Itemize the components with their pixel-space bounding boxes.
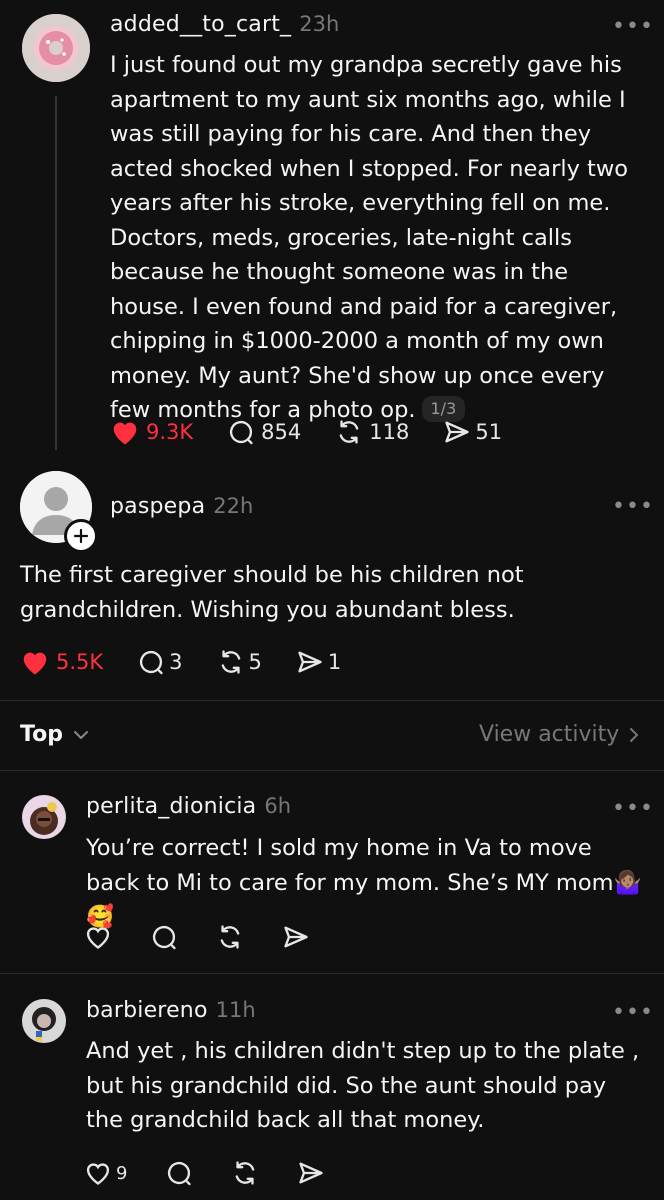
reply-actions: 5.5K 3 5 1: [20, 647, 341, 677]
timestamp: 6h: [264, 794, 292, 818]
repost-button[interactable]: 118: [335, 418, 409, 446]
thread-line: [55, 96, 57, 450]
reply-button[interactable]: [165, 1159, 193, 1187]
comment-header: barbiereno 11h: [86, 998, 256, 1023]
divider: [0, 770, 664, 771]
share-button[interactable]: [297, 1159, 325, 1187]
post-text: I just found out my grandpa secretly gav…: [110, 48, 650, 428]
heart-icon: [86, 927, 110, 949]
repost-count: 5: [248, 650, 262, 674]
like-button[interactable]: 9: [84, 1160, 127, 1186]
username[interactable]: paspepa: [110, 494, 205, 519]
comment-bubble-icon: [152, 926, 176, 950]
post-header: added__to_cart_ 23h: [110, 12, 339, 37]
comment-bubble-icon: [168, 1162, 192, 1186]
chevron-down-icon: [73, 730, 88, 739]
heart-icon: [113, 422, 137, 445]
sort-dropdown[interactable]: Top: [20, 722, 91, 747]
comment-text: And yet , his children didn't step up to…: [86, 1038, 640, 1133]
reply-button[interactable]: 3: [137, 648, 183, 676]
share-count: 51: [475, 420, 503, 444]
repost-count: 118: [369, 420, 410, 444]
like-count: 9.3K: [146, 420, 194, 444]
comment-header: perlita_dionicia 6h: [86, 794, 291, 819]
username[interactable]: perlita_dionicia: [86, 794, 256, 819]
plus-icon: [73, 528, 89, 544]
repost-arrows-icon: [221, 650, 240, 674]
divider: [0, 700, 664, 701]
share-count: 1: [327, 650, 342, 674]
send-icon: [445, 421, 470, 443]
share-button[interactable]: 1: [296, 648, 341, 676]
divider: [0, 973, 664, 974]
post-text-content: I just found out my grandpa secretly gav…: [110, 52, 629, 423]
timestamp: 22h: [213, 494, 254, 518]
repost-button[interactable]: [231, 1159, 259, 1187]
like-button[interactable]: [84, 924, 112, 950]
like-count: 5.5K: [56, 650, 104, 674]
more-options-button[interactable]: •••: [612, 1000, 654, 1025]
heart-icon: [23, 652, 47, 675]
repost-button[interactable]: 5: [217, 648, 262, 676]
reply-header: paspepa 22h: [110, 494, 253, 519]
repost-arrows-icon: [339, 420, 359, 444]
like-button[interactable]: 9.3K: [110, 418, 193, 446]
heart-icon: [86, 1163, 110, 1185]
view-activity-link[interactable]: View activity: [479, 722, 643, 747]
timestamp: 11h: [215, 998, 256, 1022]
avatar[interactable]: [22, 795, 66, 839]
reply-count: 854: [261, 420, 302, 444]
reply-button[interactable]: [150, 923, 178, 951]
follow-button[interactable]: [64, 519, 98, 553]
reply-button[interactable]: 854: [227, 418, 301, 446]
comment-actions: [84, 922, 310, 952]
like-count: 9: [116, 1162, 128, 1184]
repost-arrows-icon: [236, 1161, 255, 1185]
repost-arrows-icon: [220, 925, 240, 949]
view-activity-label: View activity: [479, 722, 620, 747]
more-options-button[interactable]: •••: [612, 494, 654, 519]
comment-bubble-icon: [230, 421, 253, 445]
avatar[interactable]: [22, 999, 66, 1043]
share-button[interactable]: [282, 923, 310, 951]
post-actions: 9.3K 854 118 51: [110, 417, 502, 447]
timestamp: 23h: [299, 12, 340, 36]
comment-bubble-icon: [140, 651, 163, 675]
repost-button[interactable]: [216, 923, 244, 951]
username[interactable]: barbiereno: [86, 998, 208, 1023]
sort-label: Top: [20, 722, 63, 747]
like-button[interactable]: 5.5K: [20, 648, 103, 676]
avatar[interactable]: [22, 14, 90, 82]
send-icon: [299, 1162, 324, 1184]
more-options-button[interactable]: •••: [612, 796, 654, 821]
reply-count: 3: [169, 650, 183, 674]
send-icon: [298, 651, 322, 673]
comment-text: You’re correct! I sold my home in Va to …: [86, 835, 642, 930]
reply-text: The first caregiver should be his childr…: [20, 562, 524, 623]
chevron-right-icon: [630, 727, 639, 742]
share-button[interactable]: 51: [443, 418, 502, 446]
more-options-button[interactable]: •••: [612, 14, 654, 39]
send-icon: [284, 926, 308, 948]
comment-actions: 9: [84, 1158, 325, 1188]
username[interactable]: added__to_cart_: [110, 12, 291, 37]
